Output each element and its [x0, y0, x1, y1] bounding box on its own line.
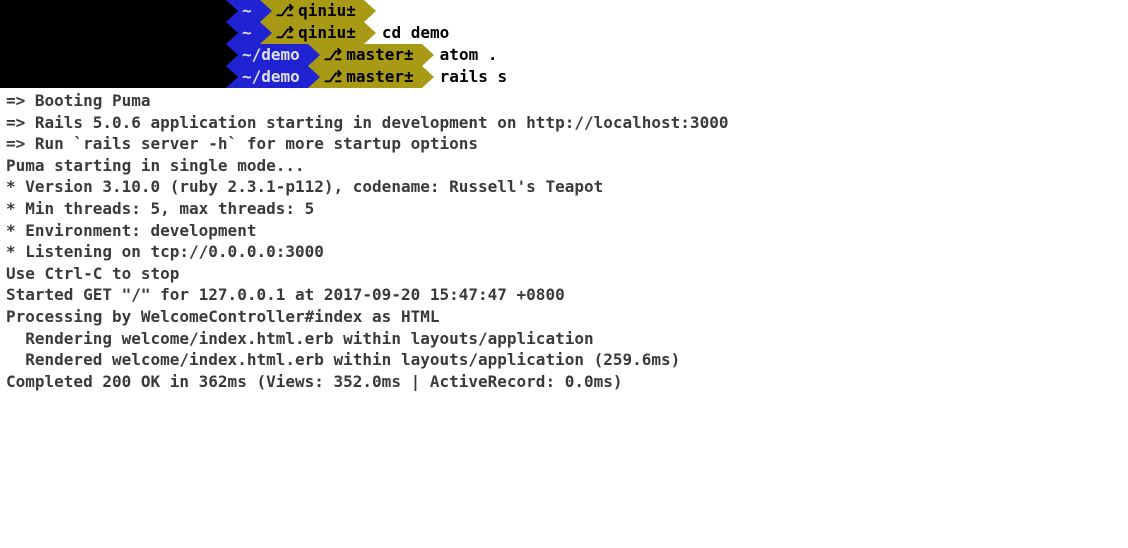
- command-input[interactable]: [376, 0, 382, 22]
- path-text: ~/demo: [242, 44, 300, 66]
- arrow-icon: [364, 22, 376, 44]
- path-text: ~: [242, 0, 252, 22]
- git-segment: ⎇qiniu±: [272, 22, 364, 44]
- prompt-row: ~/demo ⎇master± rails s: [0, 66, 1128, 88]
- command-input[interactable]: cd demo: [376, 22, 449, 44]
- arrow-icon: [226, 22, 238, 44]
- path-text: ~: [242, 22, 252, 44]
- branch-text: qiniu±: [298, 22, 356, 44]
- arrow-icon: [226, 0, 238, 22]
- host-segment: [0, 44, 226, 66]
- prompt-row: ~ ⎇qiniu±: [0, 0, 1128, 22]
- arrow-icon: [226, 44, 238, 66]
- arrow-icon: [226, 66, 238, 88]
- git-segment: ⎇master±: [320, 44, 422, 66]
- path-text: ~/demo: [242, 66, 300, 88]
- output-line: Started GET "/" for 127.0.0.1 at 2017-09…: [6, 284, 1128, 306]
- output-line: * Listening on tcp://0.0.0.0:3000: [6, 241, 1128, 263]
- arrow-icon: [308, 66, 320, 88]
- output-line: => Rails 5.0.6 application starting in d…: [6, 112, 1128, 134]
- arrow-icon: [422, 44, 434, 66]
- git-segment: ⎇master±: [320, 66, 422, 88]
- branch-text: qiniu±: [298, 0, 356, 22]
- arrow-icon: [260, 0, 272, 22]
- output-line: Puma starting in single mode...: [6, 155, 1128, 177]
- output-line: Completed 200 OK in 362ms (Views: 352.0m…: [6, 371, 1128, 393]
- git-branch-icon: ⎇: [324, 44, 342, 66]
- path-segment: ~/demo: [238, 66, 308, 88]
- git-segment: ⎇qiniu±: [272, 0, 364, 22]
- output-line: => Booting Puma: [6, 90, 1128, 112]
- command-input[interactable]: rails s: [434, 66, 507, 88]
- git-branch-icon: ⎇: [276, 22, 294, 44]
- terminal-output: => Booting Puma => Rails 5.0.6 applicati…: [0, 88, 1128, 392]
- prompt-row: ~/demo ⎇master± atom .: [0, 44, 1128, 66]
- output-line: Rendered welcome/index.html.erb within l…: [6, 349, 1128, 371]
- git-branch-icon: ⎇: [324, 66, 342, 88]
- arrow-icon: [308, 44, 320, 66]
- host-segment: [0, 22, 226, 44]
- path-segment: ~: [238, 22, 260, 44]
- branch-text: master±: [346, 44, 413, 66]
- output-line: => Run `rails server -h` for more startu…: [6, 133, 1128, 155]
- output-line: Rendering welcome/index.html.erb within …: [6, 328, 1128, 350]
- path-segment: ~: [238, 0, 260, 22]
- output-line: Processing by WelcomeController#index as…: [6, 306, 1128, 328]
- host-segment: [0, 66, 226, 88]
- output-line: * Min threads: 5, max threads: 5: [6, 198, 1128, 220]
- path-segment: ~/demo: [238, 44, 308, 66]
- output-line: Use Ctrl-C to stop: [6, 263, 1128, 285]
- host-segment: [0, 0, 226, 22]
- output-line: * Environment: development: [6, 220, 1128, 242]
- git-branch-icon: ⎇: [276, 0, 294, 22]
- prompt-row: ~ ⎇qiniu± cd demo: [0, 22, 1128, 44]
- terminal[interactable]: ~ ⎇qiniu± ~ ⎇qiniu± cd demo ~/demo ⎇mast…: [0, 0, 1128, 392]
- arrow-icon: [422, 66, 434, 88]
- arrow-icon: [260, 22, 272, 44]
- arrow-icon: [364, 0, 376, 22]
- branch-text: master±: [346, 66, 413, 88]
- output-line: * Version 3.10.0 (ruby 2.3.1-p112), code…: [6, 176, 1128, 198]
- command-input[interactable]: atom .: [434, 44, 498, 66]
